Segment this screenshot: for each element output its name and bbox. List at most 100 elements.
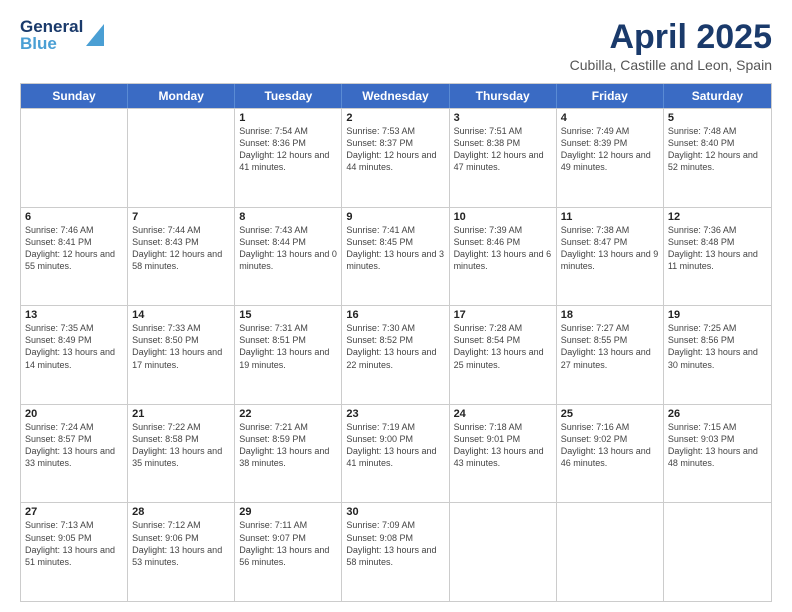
calendar-body: 1Sunrise: 7:54 AM Sunset: 8:36 PM Daylig… (21, 108, 771, 601)
day-info: Sunrise: 7:28 AM Sunset: 8:54 PM Dayligh… (454, 322, 552, 371)
calendar-header: SundayMondayTuesdayWednesdayThursdayFrid… (21, 84, 771, 108)
logo-triangle-icon (86, 24, 104, 51)
calendar-cell: 26Sunrise: 7:15 AM Sunset: 9:03 PM Dayli… (664, 405, 771, 503)
calendar-cell: 30Sunrise: 7:09 AM Sunset: 9:08 PM Dayli… (342, 503, 449, 601)
day-number: 13 (25, 309, 123, 321)
calendar-header-saturday: Saturday (664, 84, 771, 108)
day-info: Sunrise: 7:24 AM Sunset: 8:57 PM Dayligh… (25, 421, 123, 470)
calendar-cell: 21Sunrise: 7:22 AM Sunset: 8:58 PM Dayli… (128, 405, 235, 503)
day-info: Sunrise: 7:49 AM Sunset: 8:39 PM Dayligh… (561, 125, 659, 174)
calendar-header-sunday: Sunday (21, 84, 128, 108)
calendar-header-friday: Friday (557, 84, 664, 108)
calendar-cell: 5Sunrise: 7:48 AM Sunset: 8:40 PM Daylig… (664, 109, 771, 207)
day-info: Sunrise: 7:54 AM Sunset: 8:36 PM Dayligh… (239, 125, 337, 174)
calendar: SundayMondayTuesdayWednesdayThursdayFrid… (20, 83, 772, 602)
day-number: 17 (454, 309, 552, 321)
calendar-cell: 24Sunrise: 7:18 AM Sunset: 9:01 PM Dayli… (450, 405, 557, 503)
day-info: Sunrise: 7:31 AM Sunset: 8:51 PM Dayligh… (239, 322, 337, 371)
calendar-cell: 4Sunrise: 7:49 AM Sunset: 8:39 PM Daylig… (557, 109, 664, 207)
day-info: Sunrise: 7:38 AM Sunset: 8:47 PM Dayligh… (561, 224, 659, 273)
day-info: Sunrise: 7:15 AM Sunset: 9:03 PM Dayligh… (668, 421, 767, 470)
calendar-cell: 15Sunrise: 7:31 AM Sunset: 8:51 PM Dayli… (235, 306, 342, 404)
day-info: Sunrise: 7:39 AM Sunset: 8:46 PM Dayligh… (454, 224, 552, 273)
day-info: Sunrise: 7:48 AM Sunset: 8:40 PM Dayligh… (668, 125, 767, 174)
calendar-cell: 28Sunrise: 7:12 AM Sunset: 9:06 PM Dayli… (128, 503, 235, 601)
day-info: Sunrise: 7:12 AM Sunset: 9:06 PM Dayligh… (132, 519, 230, 568)
day-number: 2 (346, 112, 444, 124)
calendar-cell: 17Sunrise: 7:28 AM Sunset: 8:54 PM Dayli… (450, 306, 557, 404)
logo-line1: General (20, 18, 83, 35)
day-info: Sunrise: 7:13 AM Sunset: 9:05 PM Dayligh… (25, 519, 123, 568)
day-info: Sunrise: 7:53 AM Sunset: 8:37 PM Dayligh… (346, 125, 444, 174)
day-info: Sunrise: 7:11 AM Sunset: 9:07 PM Dayligh… (239, 519, 337, 568)
day-number: 27 (25, 506, 123, 518)
day-info: Sunrise: 7:41 AM Sunset: 8:45 PM Dayligh… (346, 224, 444, 273)
day-number: 30 (346, 506, 444, 518)
day-info: Sunrise: 7:21 AM Sunset: 8:59 PM Dayligh… (239, 421, 337, 470)
day-number: 5 (668, 112, 767, 124)
day-number: 9 (346, 211, 444, 223)
calendar-week-5: 27Sunrise: 7:13 AM Sunset: 9:05 PM Dayli… (21, 502, 771, 601)
calendar-cell (664, 503, 771, 601)
logo-line2: Blue (20, 35, 83, 52)
day-info: Sunrise: 7:25 AM Sunset: 8:56 PM Dayligh… (668, 322, 767, 371)
day-number: 6 (25, 211, 123, 223)
calendar-header-wednesday: Wednesday (342, 84, 449, 108)
day-number: 1 (239, 112, 337, 124)
day-number: 4 (561, 112, 659, 124)
day-number: 28 (132, 506, 230, 518)
calendar-cell: 11Sunrise: 7:38 AM Sunset: 8:47 PM Dayli… (557, 208, 664, 306)
header: General Blue April 2025 Cubilla, Castill… (20, 18, 772, 73)
calendar-header-monday: Monday (128, 84, 235, 108)
day-number: 21 (132, 408, 230, 420)
calendar-cell: 19Sunrise: 7:25 AM Sunset: 8:56 PM Dayli… (664, 306, 771, 404)
day-info: Sunrise: 7:19 AM Sunset: 9:00 PM Dayligh… (346, 421, 444, 470)
day-info: Sunrise: 7:33 AM Sunset: 8:50 PM Dayligh… (132, 322, 230, 371)
day-info: Sunrise: 7:44 AM Sunset: 8:43 PM Dayligh… (132, 224, 230, 273)
day-number: 18 (561, 309, 659, 321)
calendar-cell: 13Sunrise: 7:35 AM Sunset: 8:49 PM Dayli… (21, 306, 128, 404)
calendar-cell: 29Sunrise: 7:11 AM Sunset: 9:07 PM Dayli… (235, 503, 342, 601)
day-number: 23 (346, 408, 444, 420)
calendar-cell: 14Sunrise: 7:33 AM Sunset: 8:50 PM Dayli… (128, 306, 235, 404)
day-number: 19 (668, 309, 767, 321)
calendar-week-1: 1Sunrise: 7:54 AM Sunset: 8:36 PM Daylig… (21, 108, 771, 207)
calendar-cell: 12Sunrise: 7:36 AM Sunset: 8:48 PM Dayli… (664, 208, 771, 306)
main-title: April 2025 (570, 18, 772, 57)
day-info: Sunrise: 7:43 AM Sunset: 8:44 PM Dayligh… (239, 224, 337, 273)
calendar-cell (557, 503, 664, 601)
calendar-week-4: 20Sunrise: 7:24 AM Sunset: 8:57 PM Dayli… (21, 404, 771, 503)
calendar-cell: 2Sunrise: 7:53 AM Sunset: 8:37 PM Daylig… (342, 109, 449, 207)
calendar-cell: 20Sunrise: 7:24 AM Sunset: 8:57 PM Dayli… (21, 405, 128, 503)
calendar-header-thursday: Thursday (450, 84, 557, 108)
calendar-cell: 3Sunrise: 7:51 AM Sunset: 8:38 PM Daylig… (450, 109, 557, 207)
subtitle: Cubilla, Castille and Leon, Spain (570, 57, 772, 73)
calendar-cell (21, 109, 128, 207)
day-info: Sunrise: 7:35 AM Sunset: 8:49 PM Dayligh… (25, 322, 123, 371)
logo-text-block: General Blue (20, 18, 83, 52)
day-number: 24 (454, 408, 552, 420)
day-number: 14 (132, 309, 230, 321)
day-info: Sunrise: 7:22 AM Sunset: 8:58 PM Dayligh… (132, 421, 230, 470)
day-info: Sunrise: 7:30 AM Sunset: 8:52 PM Dayligh… (346, 322, 444, 371)
calendar-week-2: 6Sunrise: 7:46 AM Sunset: 8:41 PM Daylig… (21, 207, 771, 306)
calendar-cell: 18Sunrise: 7:27 AM Sunset: 8:55 PM Dayli… (557, 306, 664, 404)
calendar-cell: 7Sunrise: 7:44 AM Sunset: 8:43 PM Daylig… (128, 208, 235, 306)
day-info: Sunrise: 7:46 AM Sunset: 8:41 PM Dayligh… (25, 224, 123, 273)
calendar-cell: 1Sunrise: 7:54 AM Sunset: 8:36 PM Daylig… (235, 109, 342, 207)
day-number: 7 (132, 211, 230, 223)
day-info: Sunrise: 7:36 AM Sunset: 8:48 PM Dayligh… (668, 224, 767, 273)
day-number: 15 (239, 309, 337, 321)
calendar-header-tuesday: Tuesday (235, 84, 342, 108)
calendar-cell: 6Sunrise: 7:46 AM Sunset: 8:41 PM Daylig… (21, 208, 128, 306)
day-number: 29 (239, 506, 337, 518)
day-number: 12 (668, 211, 767, 223)
day-info: Sunrise: 7:16 AM Sunset: 9:02 PM Dayligh… (561, 421, 659, 470)
day-number: 11 (561, 211, 659, 223)
day-info: Sunrise: 7:18 AM Sunset: 9:01 PM Dayligh… (454, 421, 552, 470)
calendar-cell: 27Sunrise: 7:13 AM Sunset: 9:05 PM Dayli… (21, 503, 128, 601)
logo: General Blue (20, 18, 104, 52)
calendar-cell (128, 109, 235, 207)
day-info: Sunrise: 7:09 AM Sunset: 9:08 PM Dayligh… (346, 519, 444, 568)
calendar-cell: 23Sunrise: 7:19 AM Sunset: 9:00 PM Dayli… (342, 405, 449, 503)
